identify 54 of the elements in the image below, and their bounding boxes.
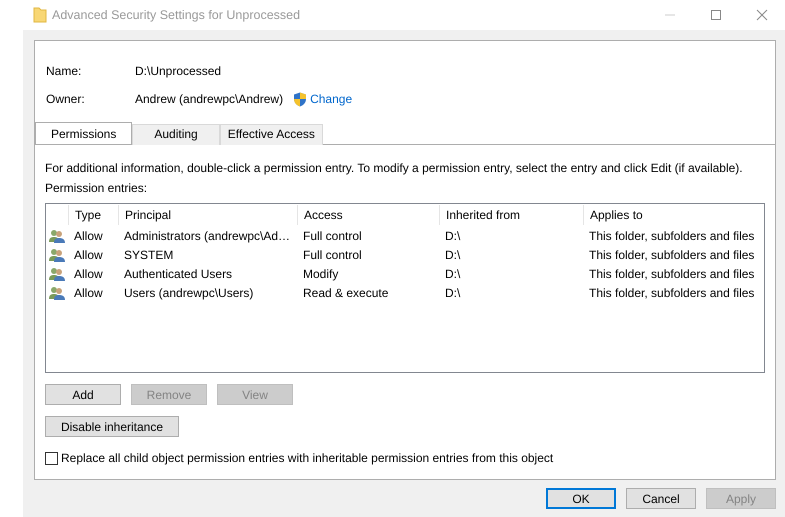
window-title: Advanced Security Settings for Unprocessed bbox=[52, 8, 300, 22]
table-row[interactable]: Allow Users (andrewpc\Users) Read & execute D:\ This folder, subfolders and files bbox=[46, 283, 764, 302]
table-cell-text: Full control bbox=[302, 248, 363, 262]
table-cell-text: Allow bbox=[73, 228, 104, 242]
table-cell-text: Allow bbox=[73, 266, 104, 280]
checkbox[interactable] bbox=[45, 452, 58, 464]
table-cell-text: Administrators (andrewpc\Ad… bbox=[123, 228, 292, 242]
table-cell-text: This folder, subfolders and files bbox=[588, 286, 756, 300]
maximize-icon[interactable] bbox=[710, 9, 722, 21]
table-cell-text: D:\ bbox=[444, 228, 462, 242]
field-label: Name: bbox=[46, 64, 82, 78]
disable-inheritance-button[interactable]: Disable inheritance bbox=[45, 416, 179, 437]
dialog-button[interactable]: OK bbox=[546, 488, 616, 509]
field-label: Owner: bbox=[46, 92, 86, 106]
checkbox-label: Replace all child object permission entries with inheritable permission entries from this object bbox=[61, 451, 554, 465]
tab[interactable]: Auditing bbox=[132, 124, 220, 145]
users-icon bbox=[49, 286, 65, 300]
column-header[interactable]: Type bbox=[68, 205, 118, 225]
change-link[interactable]: Change bbox=[310, 92, 352, 106]
users-icon bbox=[49, 266, 65, 280]
table-cell-text: SYSTEM bbox=[123, 248, 174, 262]
table-cell-text: This folder, subfolders and files bbox=[588, 248, 756, 262]
table-row[interactable]: Allow Administrators (andrewpc\Ad… Full control D:\ This folder, subfolders and files bbox=[46, 226, 764, 245]
table-row[interactable]: Allow Authenticated Users Modify D:\ This folder, subfolders and files bbox=[46, 264, 764, 283]
info-text: For additional information, double-click a permission entry. To modify a permission entry, select the entry and click Edit (if available). bbox=[45, 161, 744, 175]
column-header[interactable]: Access bbox=[297, 205, 439, 225]
column-header[interactable]: Applies to bbox=[583, 205, 763, 225]
table-cell-text: D:\ bbox=[444, 248, 462, 262]
close-icon[interactable] bbox=[756, 9, 768, 21]
list-label: Permission entries: bbox=[45, 181, 148, 195]
folder-icon bbox=[33, 7, 47, 23]
table-cell-text: D:\ bbox=[444, 266, 462, 280]
table-cell-text: Allow bbox=[73, 286, 104, 300]
field-value: D:\Unprocessed bbox=[135, 64, 222, 78]
table-row[interactable]: Allow SYSTEM Full control D:\ This folder, subfolders and files bbox=[46, 245, 764, 264]
users-icon bbox=[49, 248, 65, 262]
table-cell-text: Modify bbox=[302, 266, 340, 280]
table-cell-text: Full control bbox=[302, 228, 363, 242]
table-cell-text: This folder, subfolders and files bbox=[588, 266, 756, 280]
column-header[interactable]: Principal bbox=[118, 205, 297, 225]
table-cell-text: D:\ bbox=[444, 286, 462, 300]
table-cell-text: Authenticated Users bbox=[123, 266, 234, 280]
tab[interactable]: Permissions bbox=[35, 122, 132, 144]
column-header[interactable]: Inherited from bbox=[439, 205, 583, 225]
table-cell-text: Allow bbox=[73, 248, 104, 262]
shield-icon bbox=[293, 92, 308, 106]
entry-button[interactable]: Add bbox=[45, 384, 121, 405]
table-cell-text: Read & execute bbox=[302, 286, 390, 300]
field-value: Andrew (andrewpc\Andrew) bbox=[135, 92, 284, 106]
dialog-button[interactable]: Cancel bbox=[626, 488, 696, 509]
users-icon bbox=[49, 228, 65, 242]
tab[interactable]: Effective Access bbox=[220, 124, 323, 145]
table-cell-text: Users (andrewpc\Users) bbox=[123, 286, 254, 300]
table-cell-text: This folder, subfolders and files bbox=[588, 228, 756, 242]
